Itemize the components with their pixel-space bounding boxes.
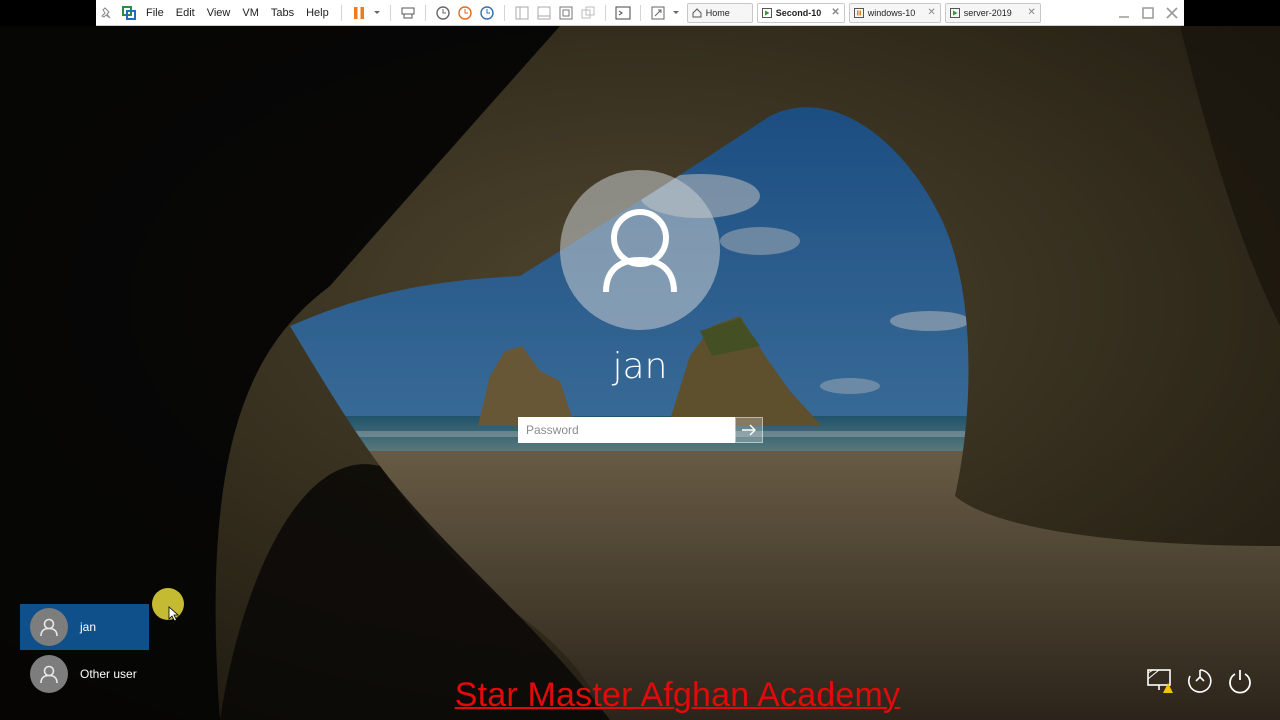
user-item-label: jan (80, 620, 97, 634)
power-icon[interactable] (1225, 666, 1255, 696)
user-icon (603, 209, 677, 293)
chevron-down-icon[interactable] (672, 5, 680, 21)
arrow-right-icon (742, 424, 756, 436)
tab-label: Second-10 (775, 7, 822, 18)
network-icon[interactable] (1145, 666, 1175, 696)
tab-label: windows-10 (867, 7, 916, 18)
tab-windows-10[interactable]: windows-10 ✕ (848, 2, 941, 23)
unity-icon[interactable] (580, 5, 596, 21)
user-icon (40, 618, 58, 637)
console-icon[interactable] (615, 5, 631, 21)
toolbar-divider (604, 4, 606, 21)
minimize-icon[interactable] (1112, 3, 1136, 23)
revert-snapshot-icon[interactable] (457, 5, 473, 21)
menu-view[interactable]: View (201, 7, 237, 19)
login-username: jan (612, 346, 668, 387)
vm-running-icon (761, 7, 772, 18)
user-avatar-large (560, 170, 720, 330)
restore-icon[interactable] (1136, 3, 1160, 23)
toolbar-divider (389, 4, 391, 21)
ease-of-access-icon[interactable] (1185, 666, 1215, 696)
sidebar-toggle-icon[interactable] (514, 5, 530, 21)
toolbar-divider (639, 4, 641, 21)
user-icon (40, 665, 58, 684)
tab-label: Home (705, 7, 730, 18)
pause-icon[interactable] (351, 5, 367, 21)
close-icon[interactable]: ✕ (825, 7, 839, 18)
user-item-other-user[interactable]: Other user (20, 651, 149, 697)
vm-running-icon (949, 7, 960, 18)
user-item-jan[interactable]: jan (20, 604, 149, 650)
avatar (30, 655, 68, 693)
password-input[interactable] (518, 417, 735, 443)
toolbar-divider (503, 4, 505, 21)
tab-label: server-2019 (963, 7, 1012, 18)
snapshot-manager-icon[interactable] (479, 5, 495, 21)
full-screen-icon[interactable] (558, 5, 574, 21)
menu-edit[interactable]: Edit (170, 7, 201, 19)
snapshot-icon[interactable] (435, 5, 451, 21)
tab-server-2019[interactable]: server-2019 ✕ (944, 2, 1041, 23)
stretch-guest-icon[interactable] (650, 5, 666, 21)
thumbnail-bar-icon[interactable] (536, 5, 552, 21)
menu-file[interactable]: File (140, 7, 170, 19)
submit-button[interactable] (735, 417, 763, 443)
menu-vm[interactable]: VM (236, 7, 265, 19)
tab-second-10[interactable]: Second-10 ✕ (756, 2, 845, 23)
toolbar-divider (340, 4, 342, 21)
user-item-label: Other user (80, 667, 137, 681)
mouse-cursor-icon (168, 606, 180, 622)
avatar (30, 608, 68, 646)
vmware-logo-icon (121, 5, 137, 21)
menu-help[interactable]: Help (300, 7, 335, 19)
vm-paused-icon (853, 7, 864, 18)
close-window-icon[interactable] (1160, 3, 1184, 23)
chevron-down-icon[interactable] (373, 5, 381, 21)
toolbar-divider (424, 4, 426, 21)
academy-watermark: Star Master Afghan Academy (454, 676, 901, 714)
close-icon[interactable]: ✕ (1021, 7, 1035, 18)
home-icon (692, 7, 702, 18)
send-ctrl-alt-del-icon[interactable] (400, 5, 416, 21)
menu-tabs[interactable]: Tabs (265, 7, 300, 19)
close-icon[interactable]: ✕ (921, 7, 935, 18)
pin-icon[interactable] (99, 5, 115, 21)
password-row (518, 417, 763, 443)
vmware-toolbar: File Edit View VM Tabs Help Home Second-… (96, 0, 1184, 26)
tab-home[interactable]: Home (686, 2, 753, 23)
